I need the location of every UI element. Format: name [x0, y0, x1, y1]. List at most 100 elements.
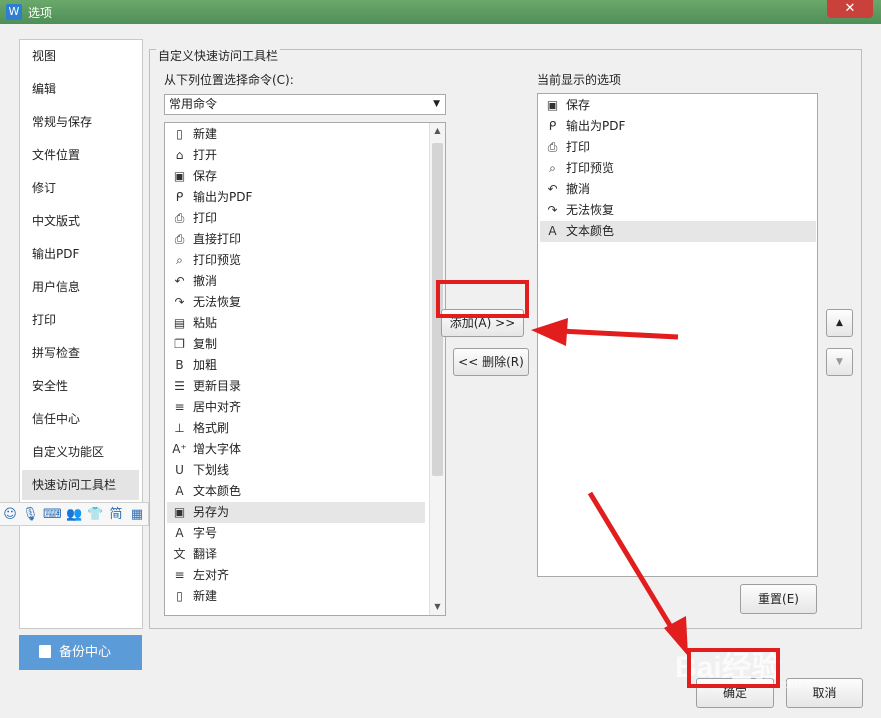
nav-item[interactable]: 安全性: [22, 371, 139, 401]
command-source-value: 常用命令: [169, 97, 218, 111]
command-item-label: 翻译: [193, 547, 218, 561]
command-item[interactable]: ≡ 左对齐: [167, 565, 425, 586]
command-list[interactable]: ▯ 新建 ≡ 左对齐文翻译 A 字号 ▣ 另存为 A 文本颜色 U 下划线 A⁺ 增大字体 ⊥ 格式刷 ≡ 居中对…: [164, 122, 446, 616]
nav-item[interactable]: 快速访问工具栏: [22, 470, 139, 500]
nav-item[interactable]: 用户信息: [22, 272, 139, 302]
current-item-label: 无法恢复: [566, 203, 615, 217]
command-item[interactable]: A 字号: [167, 523, 425, 544]
command-item-label: 居中对齐: [193, 400, 242, 414]
new-doc-icon: ▯: [176, 589, 183, 603]
command-item-label: 无法恢复: [193, 295, 242, 309]
save-icon: ▣: [173, 169, 186, 183]
command-item[interactable]: 文翻译: [167, 544, 425, 565]
copy-icon: ❐: [174, 337, 185, 351]
command-item[interactable]: ▯ 新建: [167, 124, 425, 145]
command-item[interactable]: A⁺ 增大字体: [167, 439, 425, 460]
command-item[interactable]: ▯ 新建: [167, 586, 425, 607]
nav-item[interactable]: 常规与保存: [22, 107, 139, 137]
move-up-button[interactable]: ▲: [826, 309, 853, 337]
grid-menu-icon[interactable]: ▦: [129, 507, 145, 523]
command-source-select[interactable]: 常用命令 ▼: [164, 94, 446, 115]
bold-icon: B: [175, 358, 184, 372]
command-item[interactable]: ↶ 撤消: [167, 271, 425, 292]
nav-item[interactable]: 输出PDF: [22, 239, 139, 269]
command-item-label: 字号: [193, 526, 218, 540]
nav-item[interactable]: 修订: [22, 173, 139, 203]
nav-item[interactable]: 打印: [22, 305, 139, 335]
command-item[interactable]: ▣ 保存: [167, 166, 425, 187]
command-item-label: 撤消: [193, 274, 218, 288]
dropdown-arrow-icon: ▼: [433, 99, 440, 109]
current-item[interactable]: A 文本颜色: [540, 221, 816, 242]
command-item[interactable]: ⊥ 格式刷: [167, 418, 425, 439]
command-list-scrollbar[interactable]: ▲ ▼: [429, 123, 445, 615]
current-item-label: 保存: [566, 98, 591, 112]
command-item[interactable]: U 下划线: [167, 460, 425, 481]
command-item[interactable]: ▤ 粘贴: [167, 313, 425, 334]
keyboard-icon[interactable]: ⌨: [43, 507, 62, 523]
scroll-up-icon[interactable]: ▲: [430, 123, 445, 139]
nav-item[interactable]: 信任中心: [22, 404, 139, 434]
current-item[interactable]: ⎙ 打印: [540, 137, 816, 158]
current-item[interactable]: ᑭ 输出为PDF: [540, 116, 816, 137]
current-item[interactable]: ▣ 保存: [540, 95, 816, 116]
align-left-icon: ≡: [174, 568, 185, 582]
choose-commands-label: 从下列位置选择命令(C):: [164, 73, 294, 87]
redo-icon: ↷: [547, 203, 558, 217]
command-item-label: 增大字体: [193, 442, 242, 456]
current-items-list[interactable]: A 文本颜色 ↷ 无法恢复 ↶ 撤消 ⌕ 打印预览 ⎙ 打印 ᑭ 输出为PDF ▣ 保存: [537, 93, 818, 577]
window-title: 选项: [28, 6, 53, 20]
backup-center-label: 备份中心: [59, 645, 112, 660]
nav-item[interactable]: 视图: [22, 41, 139, 71]
current-item[interactable]: ⌕ 打印预览: [540, 158, 816, 179]
command-item[interactable]: ⌂ 打开: [167, 145, 425, 166]
command-item-label: 格式刷: [193, 421, 230, 435]
current-items-label: 当前显示的选项: [537, 73, 622, 87]
print-icon: ⎙: [547, 140, 558, 154]
ok-button-highlight: [687, 648, 780, 688]
close-button[interactable]: ✕: [827, 0, 873, 18]
new-doc-icon: ▯: [176, 127, 183, 141]
command-item[interactable]: ☰ 更新目录: [167, 376, 425, 397]
user-icon[interactable]: 👥: [66, 507, 82, 523]
backup-center-button[interactable]: 备份中心: [19, 635, 142, 670]
command-item-label: 左对齐: [193, 568, 230, 582]
font-color-icon: A: [548, 224, 557, 238]
command-item[interactable]: ↷ 无法恢复: [167, 292, 425, 313]
command-item-label: 新建: [193, 589, 218, 603]
simplified-chinese-icon[interactable]: 简: [108, 507, 124, 523]
command-item-label: 更新目录: [193, 379, 242, 393]
grow-font-icon: A⁺: [172, 442, 187, 456]
move-down-button[interactable]: ▼: [826, 348, 853, 376]
command-item[interactable]: ❐ 复制: [167, 334, 425, 355]
nav-item[interactable]: 编辑: [22, 74, 139, 104]
nav-item[interactable]: 中文版式: [22, 206, 139, 236]
command-item[interactable]: ≡ 居中对齐: [167, 397, 425, 418]
command-item[interactable]: B 加粗: [167, 355, 425, 376]
remove-button[interactable]: << 删除(R): [453, 348, 529, 376]
command-item[interactable]: ⌕ 打印预览: [167, 250, 425, 271]
nav-item[interactable]: 拼写检查: [22, 338, 139, 368]
command-item-label: 另存为: [193, 505, 230, 519]
nav-item[interactable]: 文件位置: [22, 140, 139, 170]
current-item[interactable]: ↶ 撤消: [540, 179, 816, 200]
command-item[interactable]: A 文本颜色: [167, 481, 425, 502]
folder-open-icon: ⌂: [175, 148, 184, 162]
command-item[interactable]: ᑭ 输出为PDF: [167, 187, 425, 208]
emoji-icon[interactable]: ☺: [2, 507, 18, 523]
update-toc-icon: ☰: [174, 379, 185, 393]
command-item[interactable]: ⎙ 打印: [167, 208, 425, 229]
current-item-label: 文本颜色: [566, 224, 615, 238]
print-preview-icon: ⌕: [176, 253, 183, 267]
current-item-label: 打印预览: [566, 161, 615, 175]
command-item[interactable]: ⎙ 直接打印: [167, 229, 425, 250]
command-item[interactable]: ▣ 另存为: [167, 502, 425, 523]
reset-button[interactable]: 重置(E): [740, 584, 817, 614]
nav-item[interactable]: 自定义功能区: [22, 437, 139, 467]
current-item[interactable]: ↷ 无法恢复: [540, 200, 816, 221]
direct-print-icon: ⎙: [174, 232, 185, 246]
microphone-icon[interactable]: 🎙: [22, 507, 39, 523]
scroll-down-icon[interactable]: ▼: [430, 599, 445, 615]
skin-shirt-icon[interactable]: 👕: [87, 507, 103, 523]
paste-icon: ▤: [173, 316, 186, 330]
